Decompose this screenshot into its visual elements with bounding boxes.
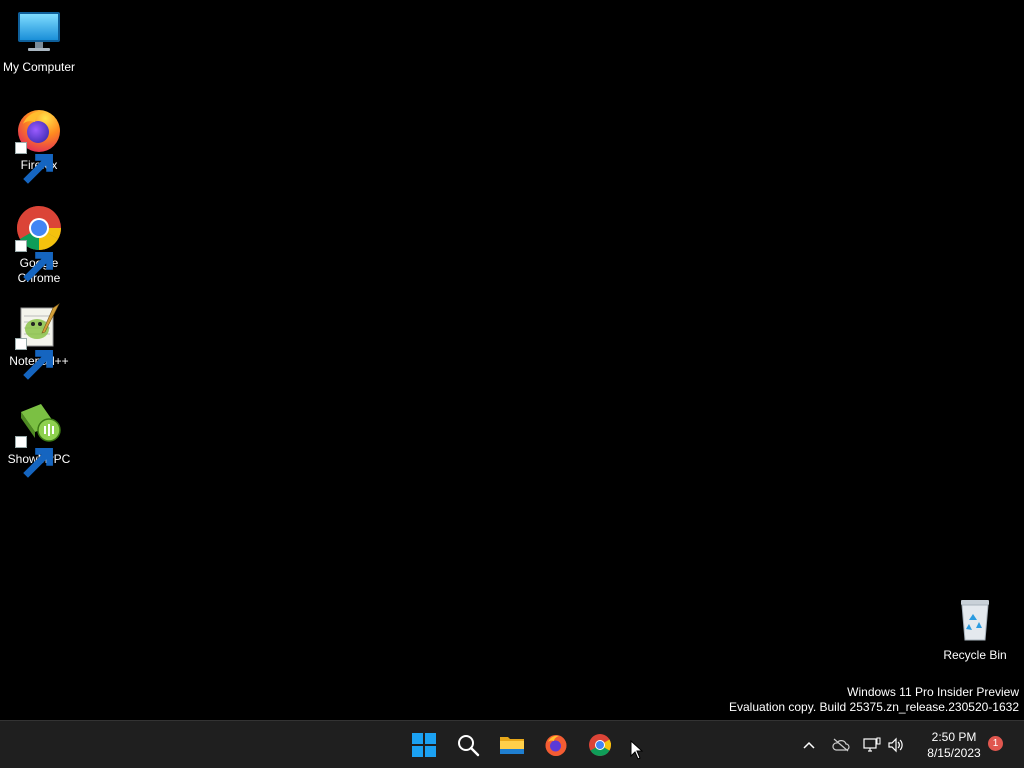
desktop-icon-firefox[interactable]: Firefox bbox=[0, 106, 78, 184]
clock-button[interactable]: 2:50 PM 8/15/2023 bbox=[916, 729, 992, 761]
showmypc-icon bbox=[15, 400, 63, 478]
desktop-icon-my-computer[interactable]: My Computer bbox=[0, 8, 78, 75]
desktop-icon-label: My Computer bbox=[2, 60, 76, 74]
taskbar-chrome-button[interactable] bbox=[584, 729, 616, 761]
clock-date: 8/15/2023 bbox=[927, 746, 981, 760]
volume-icon bbox=[888, 737, 903, 753]
file-explorer-icon bbox=[500, 737, 524, 754]
watermark-line1: Windows 11 Pro Insider Preview bbox=[847, 685, 1019, 699]
desktop-icon-label: Recycle Bin bbox=[943, 648, 1007, 662]
network-icon bbox=[863, 737, 881, 752]
file-explorer-button[interactable] bbox=[496, 729, 528, 761]
clock-time: 2:50 PM bbox=[931, 730, 977, 744]
monitor-icon bbox=[15, 8, 63, 56]
desktop-icon-recycle-bin[interactable]: Recycle Bin bbox=[936, 596, 1014, 663]
onedrive-offline-icon bbox=[832, 738, 850, 752]
firefox-icon bbox=[15, 106, 63, 184]
onedrive-status-button[interactable] bbox=[831, 735, 851, 755]
taskbar-firefox-button[interactable] bbox=[540, 729, 572, 761]
desktop-icon-notepadpp[interactable]: Notepad++ bbox=[0, 302, 78, 380]
mouse-cursor-icon bbox=[630, 740, 644, 760]
desktop-icon-showmypc[interactable]: ShowMyPC bbox=[0, 400, 78, 478]
show-hidden-icons-button[interactable] bbox=[799, 735, 819, 755]
firefox-icon bbox=[545, 735, 567, 756]
start-icon bbox=[412, 733, 436, 757]
search-button[interactable] bbox=[452, 729, 484, 761]
shortcut-arrow-icon bbox=[15, 142, 53, 184]
shortcut-arrow-icon bbox=[15, 338, 53, 380]
windows-watermark: Windows 11 Pro Insider Preview Evaluatio… bbox=[729, 685, 1019, 715]
desktop: My Computer Firefox Google Chrome Notepa… bbox=[0, 0, 1024, 720]
recycle-bin-icon bbox=[951, 596, 999, 644]
start-button[interactable] bbox=[408, 729, 440, 761]
shortcut-arrow-icon bbox=[15, 436, 53, 478]
watermark-line2: Evaluation copy. Build 25375.zn_release.… bbox=[729, 700, 1019, 714]
taskbar: 2:50 PM 8/15/2023 bbox=[0, 720, 1024, 768]
chrome-icon bbox=[15, 204, 63, 282]
chevron-up-icon bbox=[803, 741, 815, 749]
volume-button[interactable] bbox=[886, 735, 906, 755]
search-icon bbox=[458, 735, 480, 757]
notepadpp-icon bbox=[15, 302, 63, 380]
network-button[interactable] bbox=[862, 735, 882, 755]
chrome-icon bbox=[589, 734, 611, 756]
notification-badge[interactable]: 1 bbox=[988, 736, 1003, 751]
shortcut-arrow-icon bbox=[15, 240, 53, 282]
desktop-icon-google-chrome[interactable]: Google Chrome bbox=[0, 204, 78, 286]
